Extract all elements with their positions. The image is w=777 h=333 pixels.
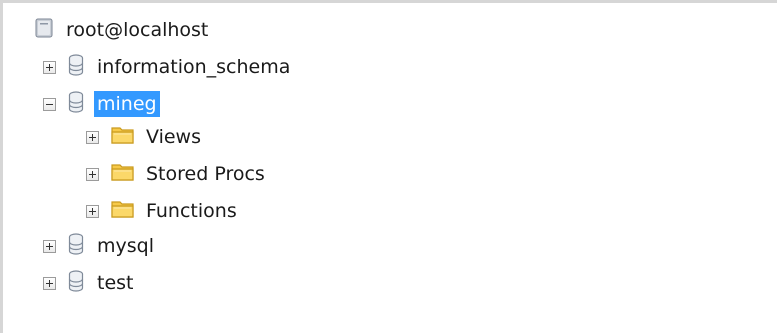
database-icon — [68, 90, 84, 118]
tree-node-test[interactable]: test — [43, 267, 137, 299]
tree-node-functions[interactable]: Functions — [86, 195, 240, 227]
object-browser-panel: root@localhost information_schema mineg … — [0, 0, 777, 333]
tree-node-root[interactable]: root@localhost — [35, 14, 211, 46]
database-icon — [68, 269, 84, 297]
tree-node-mineg[interactable]: mineg — [43, 88, 160, 120]
tree-node-label: Functions — [146, 200, 237, 222]
tree-node-label: Views — [146, 126, 201, 148]
expand-icon[interactable] — [86, 130, 99, 144]
tree-node-label: root@localhost — [66, 19, 209, 41]
tree-node-label: information_schema — [97, 56, 291, 78]
tree-node-views[interactable]: Views — [86, 121, 204, 153]
expand-icon[interactable] — [86, 167, 99, 181]
folder-icon — [111, 162, 135, 187]
folder-icon — [111, 125, 135, 150]
tree-node-label: mineg — [94, 91, 160, 117]
expand-icon[interactable] — [86, 204, 99, 218]
expand-icon[interactable] — [43, 60, 56, 74]
tree-node-label: Stored Procs — [146, 163, 265, 185]
folder-icon — [111, 199, 135, 224]
tree-node-mysql[interactable]: mysql — [43, 230, 157, 262]
tree-node-information-schema[interactable]: information_schema — [43, 51, 293, 83]
database-icon — [68, 232, 84, 260]
collapse-icon[interactable] — [43, 97, 56, 111]
tree-node-stored-procs[interactable]: Stored Procs — [86, 158, 268, 190]
tree-node-label: mysql — [97, 235, 154, 257]
expand-icon[interactable] — [43, 276, 56, 290]
server-icon — [35, 18, 53, 43]
expand-icon[interactable] — [43, 239, 56, 253]
tree-node-label: test — [97, 272, 134, 294]
database-icon — [68, 53, 84, 81]
